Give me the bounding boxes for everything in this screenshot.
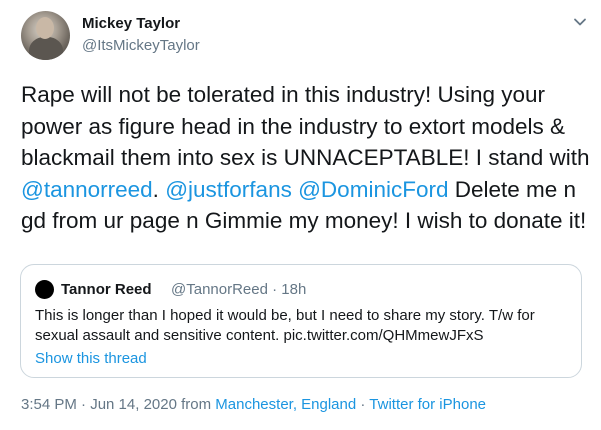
footer-separator: ·	[356, 396, 370, 413]
tweet-card: Mickey Taylor @ItsMickeyTaylor Rape will…	[0, 0, 601, 430]
quoted-meta: @TannorReed · 18h	[171, 281, 306, 298]
quoted-separator: ·	[272, 281, 278, 298]
quoted-tweet[interactable]: Tannor Reed @TannorReed · 18h This is lo…	[20, 264, 582, 378]
quoted-text: This is longer than I hoped it would be,…	[35, 307, 535, 344]
author-display-name[interactable]: Mickey Taylor	[82, 15, 180, 32]
author-handle[interactable]: @ItsMickeyTaylor	[82, 37, 200, 54]
chevron-down-icon-svg	[574, 18, 586, 26]
tweet-text: Rape will not be tolerated in this indus…	[21, 79, 591, 237]
avatar[interactable]	[21, 11, 70, 60]
quoted-handle: @TannorReed	[171, 281, 268, 298]
tweet-text-segment: Rape will not be tolerated in this indus…	[21, 82, 590, 170]
avatar-face	[36, 17, 54, 39]
quoted-display-name: Tannor Reed	[61, 281, 152, 298]
show-thread-link[interactable]: Show this thread	[35, 350, 147, 367]
tweet-text-segment: .	[152, 176, 166, 202]
mention-link[interactable]: @DominicFord	[298, 177, 448, 202]
chevron-down-icon[interactable]	[572, 14, 588, 30]
mention-link[interactable]: @tannorreed	[21, 177, 153, 202]
tweet-source-link[interactable]: Twitter for iPhone	[369, 396, 486, 413]
quoted-avatar[interactable]	[35, 280, 54, 299]
mention-link[interactable]: @justforfans	[165, 177, 292, 202]
tweet-location-link[interactable]: Manchester, England	[215, 396, 356, 413]
tweet-timestamp[interactable]: 3:54 PM · Jun 14, 2020 from	[21, 396, 215, 413]
avatar-body	[29, 37, 63, 60]
tweet-footer: 3:54 PM · Jun 14, 2020 from Manchester, …	[21, 396, 486, 413]
quoted-time: 18h	[281, 281, 307, 298]
